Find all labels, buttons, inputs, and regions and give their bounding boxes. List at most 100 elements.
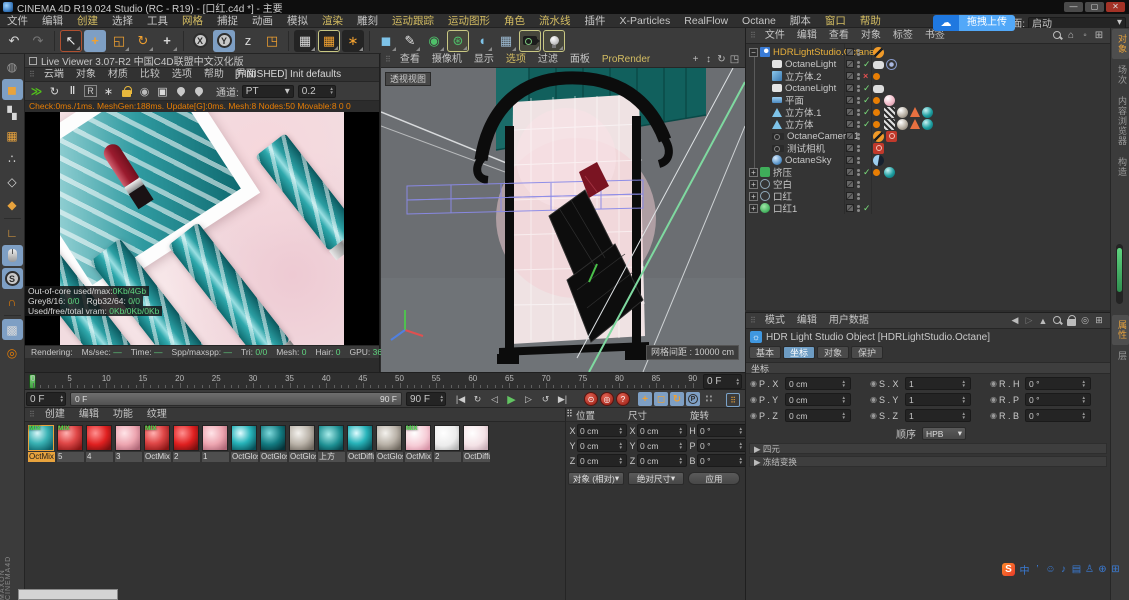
points-mode-icon[interactable]: ∴ xyxy=(2,148,23,169)
enable-check[interactable]: ✓ xyxy=(863,167,872,178)
layer-box[interactable] xyxy=(846,144,854,152)
cycle-icon[interactable]: ↺ xyxy=(537,391,554,407)
layer-box[interactable] xyxy=(846,204,854,212)
target-tag-icon[interactable] xyxy=(886,58,897,70)
mograph-icon[interactable]: ⊛ xyxy=(447,29,469,52)
menubar-item-16[interactable]: X-Particles xyxy=(613,14,678,28)
menubar-item-17[interactable]: RealFlow xyxy=(677,14,735,28)
move-icon[interactable]: + xyxy=(84,29,106,52)
enable-axis-icon[interactable]: ∟ xyxy=(2,222,23,243)
layer-box[interactable] xyxy=(846,168,854,176)
material-swatch[interactable]: 1 xyxy=(201,424,230,462)
object-row[interactable]: 立方体 ✓ xyxy=(746,118,1110,131)
pick-region-icon[interactable]: ▣ xyxy=(154,83,171,99)
polygons-mode-icon[interactable]: ◆ xyxy=(2,194,23,215)
visibility-dots[interactable] xyxy=(857,120,860,128)
material-swatch[interactable]: OctGlos xyxy=(259,424,288,462)
visibility-dots[interactable] xyxy=(857,204,860,212)
menubar-item-19[interactable]: 脚本 xyxy=(783,14,818,28)
render-picture-viewer-icon[interactable]: ▦ xyxy=(318,29,340,52)
lock-z-icon[interactable]: z xyxy=(237,30,259,52)
attribute-field[interactable]: 1 ▲ ▼ xyxy=(904,409,971,422)
subdivision-surface-icon[interactable]: ◉ xyxy=(423,30,445,52)
attribute-field[interactable]: 0 ° ▲ ▼ xyxy=(1024,393,1091,406)
redo-icon[interactable]: ↷ xyxy=(27,30,49,52)
octane-dot-tag-icon[interactable] xyxy=(873,120,880,128)
visibility-dots[interactable] xyxy=(857,144,860,152)
enable-check[interactable]: ✓ xyxy=(863,203,872,214)
chinese-mode-icon[interactable]: 中 xyxy=(1018,562,1031,577)
goto-end-icon[interactable]: ▶| xyxy=(554,391,571,407)
octane-tag-icon[interactable] xyxy=(873,46,884,58)
history-back-icon[interactable]: ◀ xyxy=(1008,314,1022,328)
toggle-view-icon[interactable]: ◳ xyxy=(728,53,741,66)
workplane-lock-icon[interactable]: ▩ xyxy=(1,319,23,340)
minimize-button[interactable]: — xyxy=(1064,2,1083,12)
material-swatch[interactable]: OctDiffu xyxy=(462,424,491,462)
stepper-arrows-icon[interactable]: ▲ ▼ xyxy=(329,86,334,95)
apply-button[interactable]: 应用 xyxy=(688,472,740,485)
menubar-item-7[interactable]: 动画 xyxy=(245,14,280,28)
texture-pink-tag-icon[interactable] xyxy=(884,94,895,106)
fold-section[interactable]: ▶ 冻结变换 xyxy=(749,456,1107,467)
sky-tag-icon[interactable] xyxy=(873,154,884,166)
goto-start-icon[interactable]: |◀ xyxy=(452,391,469,407)
viewport-menu-4[interactable]: 过滤 xyxy=(532,53,564,67)
material-swatch[interactable]: OctGlos xyxy=(288,424,317,462)
octane-dot-tag-icon[interactable] xyxy=(873,168,880,176)
menubar-item-5[interactable]: 网格 xyxy=(175,14,210,28)
attribute-menu-0[interactable]: 模式 xyxy=(759,314,791,328)
phong-tag-icon[interactable] xyxy=(910,119,920,129)
panel-tab-属性[interactable]: 属性 xyxy=(1112,315,1129,345)
menubar-item-21[interactable]: 帮助 xyxy=(853,14,888,28)
punctuation-icon[interactable]: ’ xyxy=(1031,564,1044,575)
position-y-field[interactable]: 0 cm ▲ ▼ xyxy=(577,439,627,452)
tab-基本[interactable]: 基本 xyxy=(749,346,782,359)
rotation-h-field[interactable]: 0 ° ▲ ▼ xyxy=(697,424,747,437)
magnet-icon[interactable]: ∩ xyxy=(2,291,23,312)
stepper-arrows-icon[interactable]: ▲ ▼ xyxy=(679,456,684,465)
keyframe-dot-icon[interactable]: ◉ xyxy=(750,395,757,404)
lock-x-icon[interactable]: X xyxy=(189,30,211,52)
menubar-item-2[interactable]: 创建 xyxy=(70,14,105,28)
attribute-field[interactable]: 1 ▲ ▼ xyxy=(904,393,971,406)
emoji-icon[interactable]: ☺ xyxy=(1044,564,1057,575)
panel-tab-场次[interactable]: 场次 xyxy=(1112,60,1129,90)
layer-box[interactable] xyxy=(846,48,854,56)
layer-box[interactable] xyxy=(846,84,854,92)
dynamic-guides-icon[interactable]: ◎ xyxy=(2,342,23,363)
tab-对象[interactable]: 对象 xyxy=(817,346,850,359)
menubar-item-4[interactable]: 工具 xyxy=(140,14,175,28)
stepper-arrows-icon[interactable]: ▲ ▼ xyxy=(440,394,445,403)
panel-scrollbar[interactable] xyxy=(1116,244,1123,304)
autokey-icon[interactable]: ◎ xyxy=(600,392,614,406)
track-icon[interactable]: ◎ xyxy=(1078,314,1092,328)
octane-dot-tag-icon[interactable] xyxy=(873,96,880,104)
keyframe-dot-icon[interactable]: ◉ xyxy=(870,379,877,388)
panel-tab-层[interactable]: 层 xyxy=(1112,346,1129,366)
panel-tab-构造[interactable]: 构造 xyxy=(1112,152,1129,182)
expand-icon[interactable]: + xyxy=(749,179,758,189)
samples-stepper[interactable]: 0.2 ▲ ▼ xyxy=(297,84,336,98)
panel-grip-icon[interactable]: ⠿ xyxy=(29,70,35,79)
object-row[interactable]: OctaneSky xyxy=(746,154,1110,166)
size-z-field[interactable]: 0 cm ▲ ▼ xyxy=(637,454,687,467)
visibility-dots[interactable] xyxy=(857,180,860,188)
lock-icon[interactable] xyxy=(1064,314,1078,328)
attribute-field[interactable]: 0 ° ▲ ▼ xyxy=(1024,377,1091,390)
menubar-item-15[interactable]: 插件 xyxy=(578,14,613,28)
attribute-field[interactable]: 0 cm ▲ ▼ xyxy=(784,393,851,406)
search-icon[interactable] xyxy=(1050,314,1064,328)
keyframe-dot-icon[interactable]: ◉ xyxy=(990,395,997,404)
menubar-item-13[interactable]: 角色 xyxy=(497,14,532,28)
tab-坐标[interactable]: 坐标 xyxy=(783,346,816,359)
object-row[interactable]: 立方体.2 × xyxy=(746,70,1110,83)
channel-dropdown[interactable]: PT ▾ xyxy=(241,84,294,98)
stepper-arrows-icon[interactable]: ▲ ▼ xyxy=(679,426,684,435)
object-row[interactable]: + 口红1 ✓ xyxy=(746,202,1110,215)
keyframe-dot-icon[interactable]: ◉ xyxy=(870,411,877,420)
keyboard-icon[interactable]: ▤ xyxy=(1070,564,1083,575)
timeline-ruler[interactable]: 0 F ▲ ▼ 0 5 10 15 20 25 30 35 40 45 50 55 60 65 70 75 80 8… xyxy=(25,372,745,390)
layer-box[interactable] xyxy=(846,192,854,200)
sculpt-icon[interactable]: ◍ xyxy=(2,56,23,77)
